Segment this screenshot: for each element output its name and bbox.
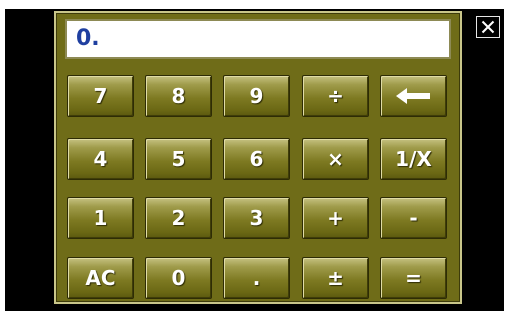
key-4[interactable]: 4 — [67, 138, 134, 180]
key-8[interactable]: 8 — [145, 75, 212, 117]
calculator-display: 0. — [65, 19, 451, 59]
key-7[interactable]: 7 — [67, 75, 134, 117]
left-arrow-icon — [395, 88, 430, 104]
key-reciprocal[interactable]: 1/X — [380, 138, 447, 180]
key-multiply[interactable]: × — [302, 138, 369, 180]
key-5[interactable]: 5 — [145, 138, 212, 180]
close-button[interactable] — [476, 16, 500, 38]
key-6[interactable]: 6 — [223, 138, 290, 180]
key-equals[interactable]: = — [380, 257, 447, 299]
key-minus[interactable]: - — [380, 197, 447, 239]
key-3[interactable]: 3 — [223, 197, 290, 239]
close-icon — [481, 20, 495, 34]
key-1[interactable]: 1 — [67, 197, 134, 239]
key-plus-minus[interactable]: ± — [302, 257, 369, 299]
key-2[interactable]: 2 — [145, 197, 212, 239]
key-plus[interactable]: + — [302, 197, 369, 239]
key-0[interactable]: 0 — [145, 257, 212, 299]
key-divide[interactable]: ÷ — [302, 75, 369, 117]
backspace-button[interactable] — [380, 75, 447, 117]
key-clear-all[interactable]: AC — [67, 257, 134, 299]
key-decimal[interactable]: . — [223, 257, 290, 299]
key-9[interactable]: 9 — [223, 75, 290, 117]
